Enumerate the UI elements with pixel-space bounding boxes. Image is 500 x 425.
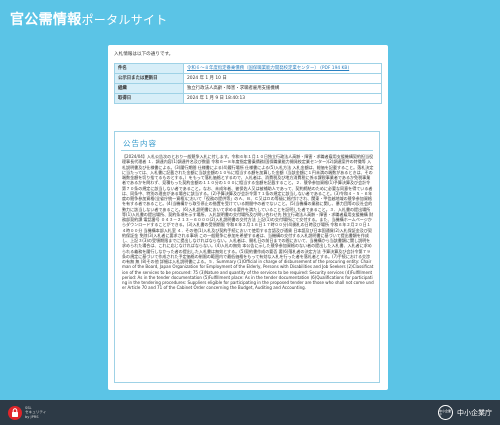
- row-value-subject: 令和６～８年度指定番乗債務（国保職業能力開発校定業センター） (PDF 194 …: [183, 63, 382, 74]
- site-title-main: 官公需情報: [10, 12, 82, 28]
- notice-panel: 公告内容 【2024/04】入札公告次のとおり一般競争入札に付します。令和６年１…: [114, 131, 380, 383]
- ssl-badge[interactable]: SSL セキュリティ by JPRS: [8, 404, 46, 421]
- agency-logo-icon: 中小企業庁: [438, 405, 453, 420]
- bid-detail-card: 入札情報は以下の通りです。 件名 令和６～８年度指定番乗債務（国保職業能力開発校…: [108, 45, 388, 390]
- table-row: 組織 独立行政法人高齢・障害・求職者雇用支援機構: [114, 83, 382, 94]
- row-value-org: 独立行政法人高齢・障害・求職者雇用支援機構: [183, 83, 382, 94]
- site-title[interactable]: 官公需情報ポータルサイト: [10, 9, 168, 29]
- ssl-label: SSL セキュリティ by JPRS: [25, 406, 46, 419]
- row-label-acquired: 取得日: [114, 93, 184, 104]
- notice-title: 公告内容: [123, 139, 157, 148]
- ssl-brand: by JPRS: [25, 414, 39, 419]
- subject-pdf-link[interactable]: 令和６～８年度指定番乗債務（国保職業能力開発校定業センター） (PDF 194 …: [187, 66, 349, 71]
- table-row: 取得日 2024 年 1 月 9 日 18:40:13: [114, 93, 382, 104]
- intro-text: 入札情報は以下の通りです。: [114, 52, 174, 57]
- ssl-label-main: SSL セキュリティ: [25, 406, 47, 415]
- row-value-date: 2024 年 1 月 10 日: [183, 73, 382, 84]
- agency-brand[interactable]: 中小企業庁 中小企業庁: [438, 405, 492, 420]
- site-footer: SSL セキュリティ by JPRS 中小企業庁 中小企業庁: [0, 400, 500, 425]
- bid-info-table: 件名 令和６～８年度指定番乗債務（国保職業能力開発校定業センター） (PDF 1…: [114, 63, 382, 104]
- row-label-org: 組織: [114, 83, 184, 94]
- notice-divider: [121, 150, 373, 151]
- row-label-subject: 件名: [114, 63, 184, 74]
- notice-body-text: 【2024/04】入札公告次のとおり一般競争入札に付します。令和６年１月１０日独…: [122, 154, 374, 291]
- table-row: 件名 令和６～８年度指定番乗債務（国保職業能力開発校定業センター） (PDF 1…: [114, 63, 382, 74]
- table-row: 公示日または更新日 2024 年 1 月 10 日: [114, 73, 382, 84]
- row-value-acquired: 2024 年 1 月 9 日 18:40:13: [183, 93, 382, 104]
- agency-name: 中小企業庁: [457, 408, 492, 417]
- site-title-sub: ポータルサイト: [81, 13, 168, 27]
- site-header: 官公需情報ポータルサイト: [0, 0, 500, 36]
- padlock-icon: [8, 405, 22, 420]
- row-label-date: 公示日または更新日: [114, 73, 184, 84]
